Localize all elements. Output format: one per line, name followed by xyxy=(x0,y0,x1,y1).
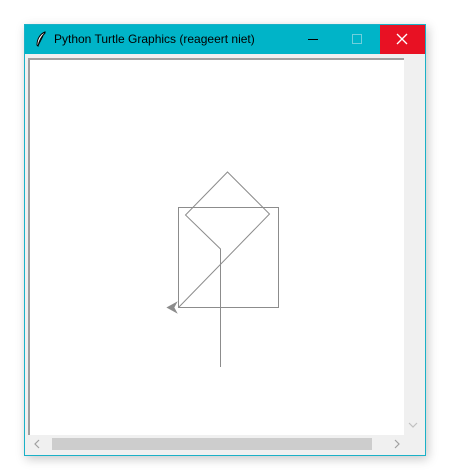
close-button[interactable] xyxy=(380,25,425,54)
maximize-icon xyxy=(352,34,362,44)
drawn-diamond-path xyxy=(178,171,271,367)
feather-icon xyxy=(36,31,46,47)
turtle-cursor-icon xyxy=(166,301,178,314)
close-icon xyxy=(396,33,408,45)
maximize-button[interactable] xyxy=(335,25,379,54)
turtle-canvas[interactable] xyxy=(28,58,404,435)
vertical-scrollbar[interactable] xyxy=(404,58,421,435)
horizontal-scrollbar[interactable] xyxy=(28,435,404,452)
turtle-window: Python Turtle Graphics (reageert niet) xyxy=(24,24,426,456)
scrollbar-corner xyxy=(404,435,421,452)
desktop: Python Turtle Graphics (reageert niet) xyxy=(0,0,468,474)
minimize-icon xyxy=(308,39,318,40)
chevron-right-icon[interactable] xyxy=(392,439,402,449)
horizontal-scroll-thumb[interactable] xyxy=(52,438,372,450)
title-bar[interactable]: Python Turtle Graphics (reageert niet) xyxy=(25,25,425,54)
chevron-down-icon[interactable] xyxy=(408,420,418,430)
turtle-drawing xyxy=(166,171,279,367)
window-title: Python Turtle Graphics (reageert niet) xyxy=(54,32,255,46)
minimize-button[interactable] xyxy=(291,25,335,54)
chevron-left-icon[interactable] xyxy=(32,439,42,449)
